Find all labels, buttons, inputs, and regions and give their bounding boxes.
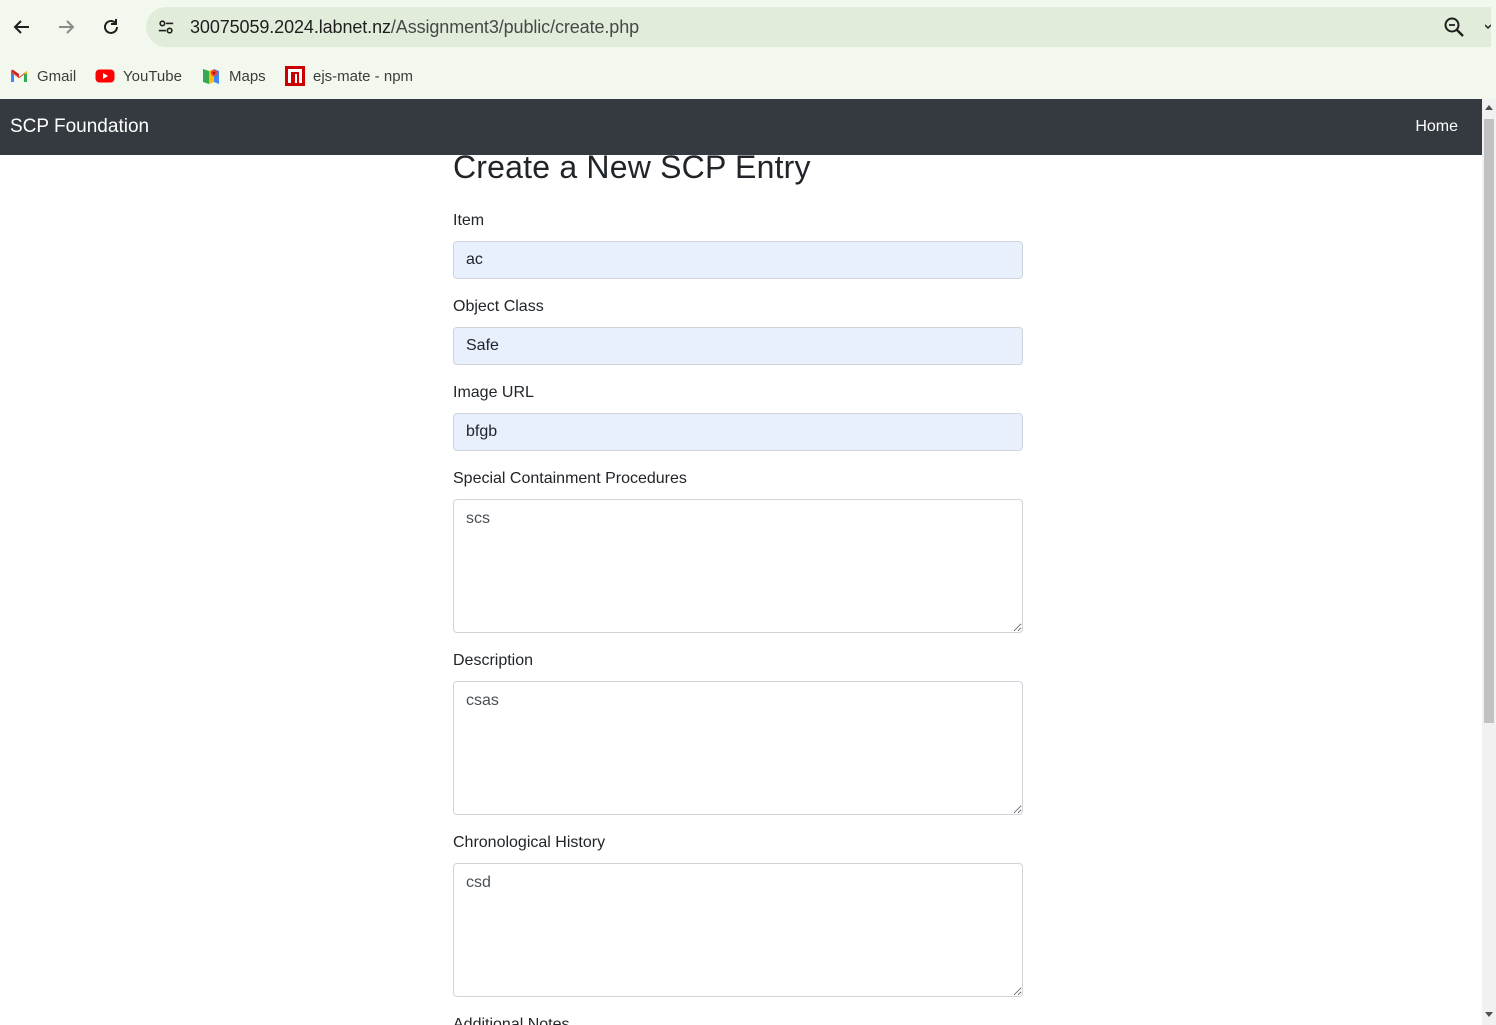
scrollbar-thumb[interactable]	[1484, 119, 1494, 723]
scroll-down-arrow-icon[interactable]	[1485, 1012, 1493, 1017]
item-label: Item	[453, 212, 485, 229]
url-path: /Assignment3/public/create.php	[390, 17, 640, 37]
description-textarea[interactable]: csas	[453, 681, 1023, 815]
zoom-icon[interactable]	[1443, 16, 1465, 38]
back-button[interactable]	[7, 12, 37, 42]
url-text[interactable]: 30075059.2024.labnet.nz/Assignment3/publ…	[190, 17, 639, 38]
image-url-input[interactable]	[453, 413, 1023, 451]
history-label: Chronological History	[453, 834, 606, 851]
page-scrollbar[interactable]	[1482, 99, 1496, 1025]
bookmark-label: ejs-mate - npm	[313, 67, 414, 85]
notes-label: Additional Notes	[453, 1016, 570, 1025]
address-bar[interactable]: 30075059.2024.labnet.nz/Assignment3/publ…	[146, 7, 1491, 47]
containment-label: Special Containment Procedures	[453, 470, 687, 487]
bookmark-label: YouTube	[123, 67, 182, 85]
navbar-brand[interactable]: SCP Foundation	[10, 116, 149, 138]
bookmark-youtube[interactable]: YouTube	[95, 64, 182, 88]
bookmark-npm[interactable]: ejs-mate - npm	[285, 64, 413, 88]
back-arrow-icon	[13, 20, 29, 34]
item-input[interactable]	[453, 241, 1023, 279]
nav-link-home[interactable]: Home	[1415, 118, 1458, 136]
bookmark-label: Gmail	[37, 67, 77, 85]
url-host: 30075059.2024.labnet.nz	[190, 17, 391, 37]
bookmark-gmail[interactable]: Gmail	[9, 64, 76, 88]
npm-icon	[285, 66, 305, 86]
object-class-label: Object Class	[453, 298, 544, 315]
bookmarks-bar: Gmail YouTube Maps ejs-mate - npm	[0, 54, 1496, 99]
scroll-up-arrow-icon[interactable]	[1485, 105, 1493, 110]
history-textarea[interactable]: csd	[453, 863, 1023, 997]
description-label: Description	[453, 652, 534, 669]
page-viewport: SCP Foundation Home Create a New SCP Ent…	[0, 99, 1482, 1025]
chevron-down-icon[interactable]	[1485, 23, 1491, 31]
bookmark-maps[interactable]: Maps	[201, 64, 266, 88]
site-navbar: SCP Foundation Home	[0, 99, 1482, 155]
maps-icon	[203, 69, 219, 84]
image-url-label: Image URL	[453, 384, 534, 401]
youtube-icon	[95, 69, 115, 83]
forward-arrow-icon	[59, 20, 75, 34]
site-info-icon[interactable]	[154, 15, 178, 39]
browser-toolbar: 30075059.2024.labnet.nz/Assignment3/publ…	[0, 0, 1496, 54]
containment-textarea[interactable]: scs	[453, 499, 1023, 633]
bookmark-label: Maps	[229, 67, 266, 85]
reload-button[interactable]	[96, 12, 126, 42]
gmail-icon	[11, 69, 27, 82]
object-class-input[interactable]	[453, 327, 1023, 365]
forward-button[interactable]	[51, 12, 81, 42]
reload-icon	[104, 19, 118, 34]
